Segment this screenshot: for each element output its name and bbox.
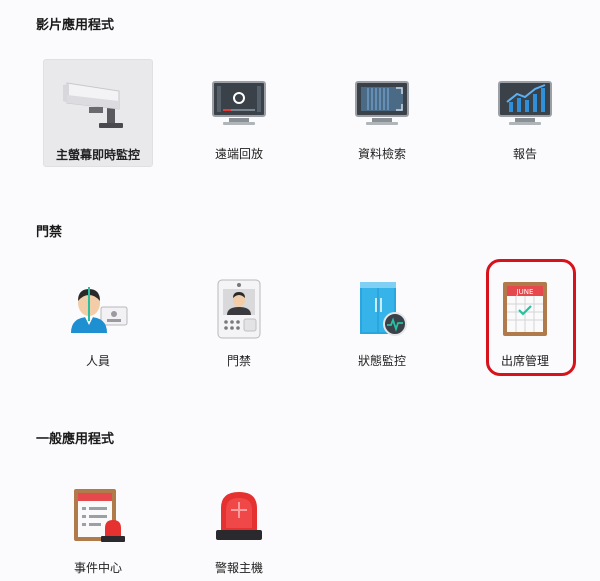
tile-label: 遠端回放 [214, 147, 263, 161]
tile-report[interactable]: 報告 [470, 59, 580, 167]
tile-remote-playback[interactable]: 遠端回放 [184, 59, 294, 167]
tile-label: 狀態監控 [357, 354, 406, 368]
search-monitor-icon [342, 67, 422, 137]
tile-main-live-view[interactable]: 主螢幕即時監控 [43, 59, 153, 167]
section-title-general-apps: 一般應用程式 [36, 432, 115, 447]
door-status-icon [342, 274, 422, 344]
alarm-siren-icon [199, 481, 279, 551]
section-title-video-apps: 影片應用程式 [36, 18, 115, 33]
tile-label: 資料檢索 [357, 147, 406, 161]
door-intercom-icon [199, 274, 279, 344]
tile-label: 事件中心 [73, 561, 122, 575]
tile-label: 主螢幕即時監控 [55, 148, 140, 162]
cctv-camera-icon [58, 68, 138, 138]
highlight-box [486, 259, 576, 376]
tile-alarm-host[interactable]: 警報主機 [184, 473, 294, 581]
report-chart-icon [485, 67, 565, 137]
tile-event-center[interactable]: 事件中心 [43, 473, 153, 581]
tile-door-access[interactable]: 門禁 [184, 266, 294, 374]
playback-monitor-icon [199, 67, 279, 137]
tile-label: 警報主機 [214, 561, 263, 575]
tile-data-search[interactable]: 資料檢索 [327, 59, 437, 167]
section-title-access-control: 門禁 [36, 225, 63, 240]
tile-status-monitor[interactable]: 狀態監控 [327, 266, 437, 374]
tile-label: 門禁 [226, 354, 251, 368]
tile-label: 人員 [85, 354, 110, 368]
event-center-icon [58, 481, 138, 551]
tile-personnel[interactable]: 人員 [43, 266, 153, 374]
tile-label: 報告 [512, 147, 537, 161]
person-id-icon [58, 274, 138, 344]
